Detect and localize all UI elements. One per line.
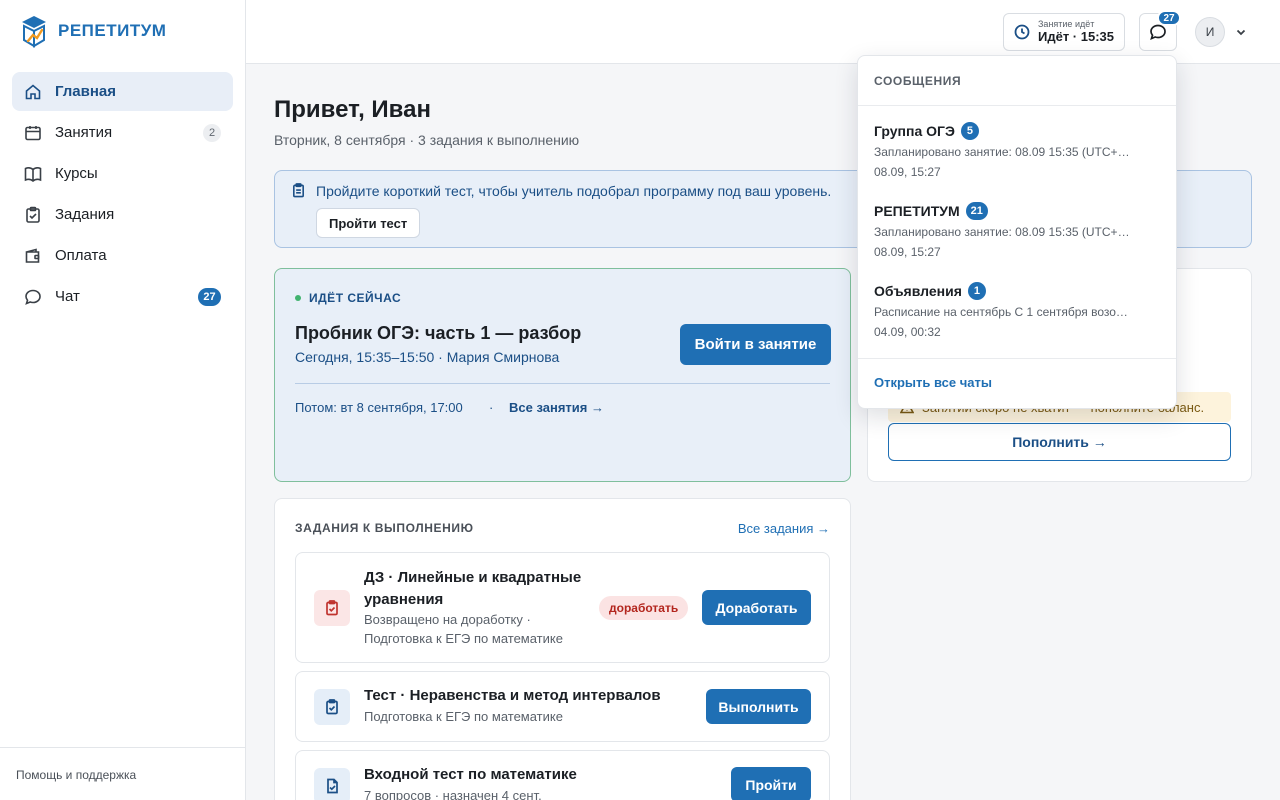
sidebar-item-home[interactable]: Главная	[12, 72, 233, 111]
assignment-item[interactable]: Тест · Неравенства и метод интервалов По…	[295, 671, 830, 742]
assignment-meta-line: Подготовка к ЕГЭ по математике	[364, 709, 563, 724]
help-support-link[interactable]: Помощь и поддержка	[0, 747, 245, 800]
sidebar-item-lessons[interactable]: Занятия 2	[12, 113, 233, 152]
assignment-title-line: ДЗ · Линейные и квадратные	[364, 569, 582, 586]
clock-icon	[1014, 24, 1030, 40]
chat-unread-badge: 21	[965, 202, 988, 220]
sidebar-item-label: Курсы	[55, 165, 98, 182]
chat-preview: Запланировано занятие: 08.09 15:35 (UTC+…	[874, 225, 1134, 239]
assignment-title-line: уравнения	[364, 591, 444, 608]
assignment-item[interactable]: ДЗ · Линейные и квадратные уравнения Воз…	[295, 552, 830, 663]
user-avatar[interactable]: И	[1195, 17, 1225, 47]
page-subtitle: Вторник, 8 сентября · 3 задания к выполн…	[274, 132, 580, 148]
main-nav: Главная Занятия 2 Курсы Задания Оплата Ч…	[12, 72, 233, 318]
divider	[858, 358, 1176, 359]
sidebar-item-assignments[interactable]: Задания	[12, 195, 233, 234]
chat-name: Группа ОГЭ	[874, 123, 955, 139]
clipboard-check-icon	[26, 206, 40, 223]
chevron-down-icon[interactable]	[1235, 26, 1247, 38]
document-check-icon	[327, 778, 338, 794]
brand-name: РЕПЕТИТУМ	[58, 21, 167, 40]
clipboard-icon	[293, 183, 304, 198]
assignments-heading: ЗАДАНИЯ К ВЫПОЛНЕНИЮ	[295, 521, 474, 535]
sidebar: РЕПЕТИТУМ Главная Занятия 2 Курсы Задани…	[0, 0, 246, 800]
chat-preview: Запланировано занятие: 08.09 15:35 (UTC+…	[874, 145, 1134, 159]
revise-status-badge: доработать	[599, 596, 689, 620]
chat-time: 08.09, 15:27	[874, 165, 941, 179]
chat-unread-badge: 1	[967, 282, 986, 300]
chat-item[interactable]: Группа ОГЭ 5 Запланировано занятие: 08.0…	[874, 121, 1162, 181]
sidebar-item-chat[interactable]: Чат 27	[12, 277, 233, 316]
start-test-button[interactable]: Выполнить	[706, 689, 811, 724]
take-test-button[interactable]: Пройти тест	[316, 208, 421, 238]
live-status-label: ИДЁТ СЕЙЧАС	[309, 291, 402, 305]
unread-messages-badge: 27	[1157, 10, 1181, 26]
chat-icon	[25, 289, 41, 305]
wallet-icon	[25, 247, 40, 263]
lesson-time-teacher: Сегодня, 15:35–15:50 · Мария Смирнова	[295, 349, 560, 365]
chat-item-header: РЕПЕТИТУМ 21	[874, 201, 1162, 221]
top-up-button[interactable]: Пополнить →	[888, 423, 1231, 461]
current-lesson-card: ИДЁТ СЕЙЧАС Пробник ОГЭ: часть 1 — разбо…	[274, 268, 851, 482]
chat-unread-badge: 5	[960, 122, 979, 140]
chat-item-header: Объявления 1	[874, 281, 1162, 301]
take-entry-test-button[interactable]: Пройти	[731, 767, 811, 800]
chat-preview: Расписание на сентябрь С 1 сентября возо…	[874, 305, 1134, 319]
messages-heading: СООБЩЕНИЯ	[874, 74, 962, 88]
messages-dropdown: СООБЩЕНИЯ Группа ОГЭ 5 Запланировано зан…	[857, 55, 1177, 409]
home-icon	[25, 83, 41, 99]
sidebar-item-courses[interactable]: Курсы	[12, 154, 233, 193]
book-icon	[24, 166, 42, 182]
live-status: ИДЁТ СЕЙЧАС	[295, 291, 401, 305]
assignment-icon-wrap	[314, 590, 350, 626]
chat-item[interactable]: Объявления 1 Расписание на сентябрь С 1 …	[874, 281, 1162, 341]
assignment-icon-wrap	[314, 768, 350, 800]
chat-name: Объявления	[874, 283, 962, 299]
page-title: Привет, Иван	[274, 96, 431, 123]
divider	[858, 105, 1176, 106]
lesson-title: Пробник ОГЭ: часть 1 — разбор	[295, 323, 582, 343]
assignment-meta-line: Подготовка к ЕГЭ по математике	[364, 631, 563, 646]
divider	[295, 383, 830, 384]
assignment-title-line: Входной тест по математике	[364, 766, 577, 783]
sidebar-item-label: Чат	[55, 288, 80, 305]
logo-mark-icon	[22, 16, 46, 48]
all-assignments-link[interactable]: Все задания →	[738, 521, 830, 536]
clipboard-check-icon	[326, 600, 338, 616]
current-lesson-pill[interactable]: Занятие идёт Идёт · 15:35	[1003, 13, 1125, 51]
open-all-chats-link[interactable]: Открыть все чаты	[874, 375, 992, 390]
next-separator: ·	[489, 400, 494, 415]
chat-item[interactable]: РЕПЕТИТУМ 21 Запланировано занятие: 08.0…	[874, 201, 1162, 261]
assignment-meta-line: 7 вопросов · назначен 4 сент.	[364, 788, 542, 800]
assignment-icon-wrap	[314, 689, 350, 725]
next-lesson-text: Потом: вт 8 сентября, 17:00	[295, 400, 463, 415]
assignment-meta-line: Возвращено на доработку ·	[364, 612, 531, 627]
revise-button[interactable]: Доработать	[702, 590, 811, 625]
lessons-count-badge: 2	[203, 123, 221, 142]
alert-text: Пройдите короткий тест, чтобы учитель по…	[316, 183, 832, 199]
lesson-status-time: Идёт · 15:35	[1038, 28, 1114, 44]
sidebar-item-label: Занятия	[55, 124, 113, 141]
chat-name: РЕПЕТИТУМ	[874, 203, 960, 219]
chat-count-badge: 27	[198, 287, 221, 306]
chat-item-header: Группа ОГЭ 5	[874, 121, 1162, 141]
sidebar-item-label: Оплата	[55, 247, 107, 264]
assignments-card: ЗАДАНИЯ К ВЫПОЛНЕНИЮ Все задания → ДЗ · …	[274, 498, 851, 800]
assignment-title-line: Тест · Неравенства и метод интервалов	[364, 687, 661, 704]
sidebar-item-payment[interactable]: Оплата	[12, 236, 233, 275]
join-lesson-button[interactable]: Войти в занятие	[680, 324, 831, 365]
assignment-item[interactable]: Входной тест по математике 7 вопросов · …	[295, 750, 830, 800]
live-dot-icon	[295, 295, 301, 301]
sidebar-item-label: Задания	[55, 206, 115, 223]
lesson-pill-text: Занятие идёт Идёт · 15:35	[1038, 19, 1114, 44]
all-lessons-link[interactable]: Все занятия →	[509, 400, 604, 415]
brand-logo[interactable]: РЕПЕТИТУМ	[20, 14, 166, 48]
sidebar-item-label: Главная	[55, 83, 117, 100]
chat-time: 08.09, 15:27	[874, 245, 941, 259]
clipboard-check-icon	[326, 699, 338, 715]
chat-time: 04.09, 00:32	[874, 325, 941, 339]
messages-button[interactable]: 27	[1139, 10, 1181, 51]
calendar-icon	[25, 125, 41, 140]
